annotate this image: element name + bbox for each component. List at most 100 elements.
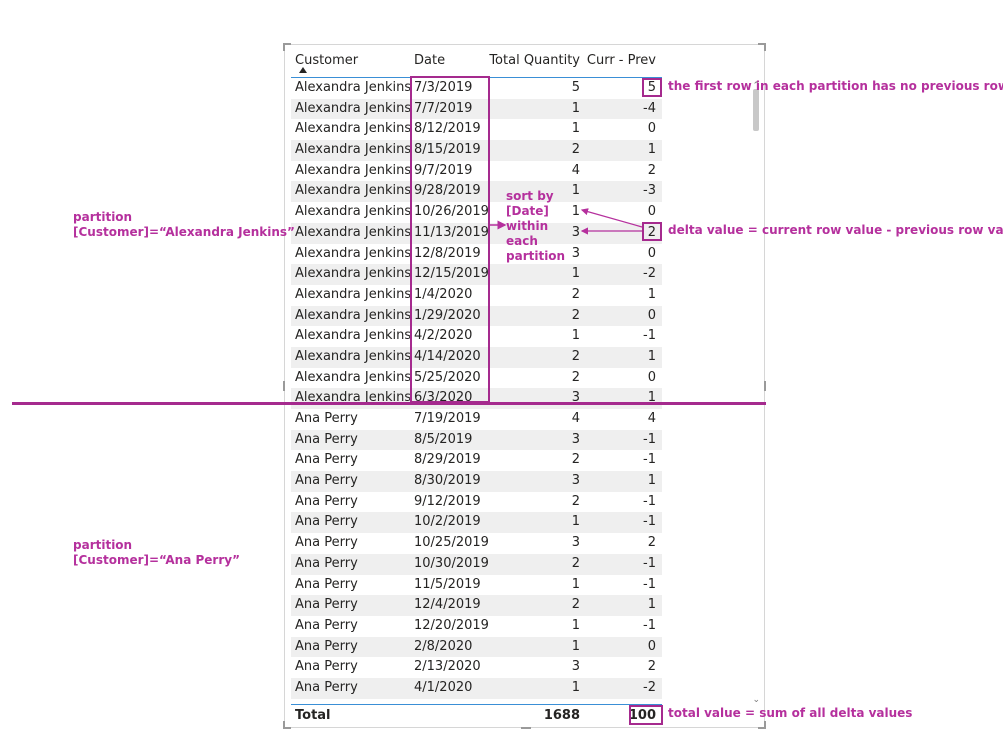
cell-curr-prev: 1 (647, 390, 656, 406)
column-header-customer[interactable]: Customer (295, 53, 358, 68)
table-row[interactable]: Ana Perry 10/25/2019 3 2 (291, 533, 662, 554)
cell-date: 12/20/2019 (414, 617, 489, 633)
resize-handle-top-left[interactable] (283, 43, 291, 51)
cell-curr-prev: -1 (643, 328, 656, 344)
cell-curr-prev: 4 (647, 411, 656, 426)
cell-curr-prev: -1 (643, 617, 656, 633)
cell-date: 7/19/2019 (414, 411, 481, 426)
cell-curr-prev: 1 (647, 286, 656, 302)
cell-date: 10/25/2019 (414, 535, 489, 551)
cell-date: 4/1/2020 (414, 679, 473, 695)
cell-date: 2/13/2020 (414, 659, 481, 675)
table-row[interactable]: Ana Perry 10/30/2019 2 -1 (291, 553, 662, 575)
cell-curr-prev: 1 (647, 597, 656, 613)
cell-quantity: 2 (571, 307, 580, 323)
date-column-highlight (410, 76, 490, 403)
column-header-curr-prev[interactable]: Curr - Prev (587, 53, 656, 68)
table-row[interactable]: Ana Perry 8/5/2019 3 -1 (291, 429, 662, 451)
cell-date: 4/22/2020 (414, 699, 481, 702)
cell-curr-prev: 2 (647, 162, 656, 178)
cell-customer: Ana Perry (295, 597, 358, 613)
table-row[interactable]: Ana Perry 11/5/2019 1 -1 (291, 575, 662, 596)
cell-date: 12/4/2019 (414, 597, 481, 613)
scrollbar-thumb[interactable] (753, 89, 759, 131)
cell-curr-prev: 1 (647, 348, 656, 364)
table-row[interactable]: Ana Perry 7/19/2019 4 4 (291, 409, 662, 430)
cell-customer: Alexandra Jenkins (295, 183, 412, 199)
cell-curr-prev: 0 (647, 204, 656, 220)
delta-example-highlight (642, 222, 662, 241)
cell-quantity: 1 (571, 266, 580, 282)
cell-quantity: 1 (571, 576, 580, 592)
cell-customer: Alexandra Jenkins (295, 224, 412, 240)
first-row-delta-highlight (642, 78, 662, 97)
partition-label-ana: partition [Customer]=“Ana Perry” (73, 538, 240, 567)
partition-label-alexandra: partition [Customer]=“Alexandra Jenkins” (73, 210, 295, 239)
table-row[interactable]: Ana Perry 8/29/2019 2 -1 (291, 450, 662, 471)
resize-handle-bottom-left[interactable] (283, 721, 291, 729)
delta-note: delta value = current row value - previo… (668, 223, 1003, 237)
cell-curr-prev: -4 (643, 100, 656, 116)
total-highlight (629, 705, 663, 725)
cell-quantity: 1 (571, 121, 580, 137)
resize-handle-right[interactable] (764, 381, 766, 391)
column-header-total-quantity[interactable]: Total Quantity (489, 53, 580, 68)
cell-date: 11/5/2019 (414, 576, 481, 592)
cell-date: 8/29/2019 (414, 452, 481, 468)
cell-customer: Ana Perry (295, 699, 358, 702)
table-row[interactable]: Ana Perry 12/4/2019 2 1 (291, 595, 662, 616)
cell-quantity: 3 (571, 473, 580, 489)
partition-separator (12, 402, 766, 405)
cell-customer: Alexandra Jenkins (295, 100, 412, 116)
cell-curr-prev: -2 (643, 679, 656, 695)
cell-customer: Ana Perry (295, 617, 358, 633)
table-row[interactable]: Ana Perry 4/1/2020 1 -2 (291, 677, 662, 699)
cell-quantity: 3 (571, 535, 580, 551)
cell-customer: Alexandra Jenkins (295, 80, 412, 95)
table-row[interactable]: Ana Perry 2/8/2020 1 0 (291, 636, 662, 658)
cell-curr-prev: 0 (647, 245, 656, 261)
resize-handle-left[interactable] (283, 381, 285, 391)
resize-handle-bottom[interactable] (521, 727, 531, 729)
scroll-down-icon[interactable]: ⌄ (752, 695, 760, 705)
vertical-scrollbar[interactable] (752, 75, 760, 705)
cell-quantity: 3 (571, 245, 580, 261)
cell-customer: Ana Perry (295, 411, 358, 426)
table-row[interactable]: Ana Perry 2/13/2020 3 2 (291, 657, 662, 678)
cell-quantity: 2 (571, 286, 580, 302)
cell-date: 10/30/2019 (414, 555, 489, 571)
cell-quantity: 1 (571, 204, 580, 220)
table-row[interactable]: Ana Perry 9/12/2019 2 -1 (291, 492, 662, 513)
cell-quantity: 1 (571, 328, 580, 344)
cell-curr-prev: 2 (647, 535, 656, 551)
cell-curr-prev: -2 (643, 266, 656, 282)
table-visual: Customer Date Total Quantity Curr - Prev… (283, 43, 766, 729)
table-row[interactable]: Ana Perry 8/30/2019 3 1 (291, 471, 662, 492)
cell-quantity: 2 (571, 493, 580, 509)
cell-curr-prev: -1 (643, 576, 656, 592)
resize-handle-top-right[interactable] (758, 43, 766, 51)
cell-quantity: 2 (571, 369, 580, 385)
cell-customer: Alexandra Jenkins (295, 307, 412, 323)
cell-curr-prev: 0 (647, 369, 656, 385)
cell-quantity: 3 (571, 659, 580, 675)
table-row[interactable]: Ana Perry 4/22/2020 3 1 (291, 699, 662, 702)
cell-customer: Alexandra Jenkins (295, 162, 412, 178)
cell-customer: Ana Perry (295, 431, 358, 447)
cell-customer: Ana Perry (295, 576, 358, 592)
cell-customer: Alexandra Jenkins (295, 266, 412, 282)
cell-date: 8/5/2019 (414, 431, 473, 447)
cell-curr-prev: 0 (647, 638, 656, 654)
cell-date: 8/30/2019 (414, 473, 481, 489)
resize-handle-bottom-right[interactable] (758, 721, 766, 729)
cell-customer: Alexandra Jenkins (295, 245, 412, 261)
cell-customer: Ana Perry (295, 659, 358, 675)
total-quantity: 1688 (543, 708, 580, 723)
table-row[interactable]: Ana Perry 12/20/2019 1 -1 (291, 616, 662, 637)
cell-curr-prev: 0 (647, 307, 656, 323)
column-header-date[interactable]: Date (414, 53, 445, 68)
cell-quantity: 1 (571, 679, 580, 695)
table-row[interactable]: Ana Perry 10/2/2019 1 -1 (291, 512, 662, 534)
cell-curr-prev: -3 (643, 183, 656, 199)
cell-quantity: 3 (571, 390, 580, 406)
